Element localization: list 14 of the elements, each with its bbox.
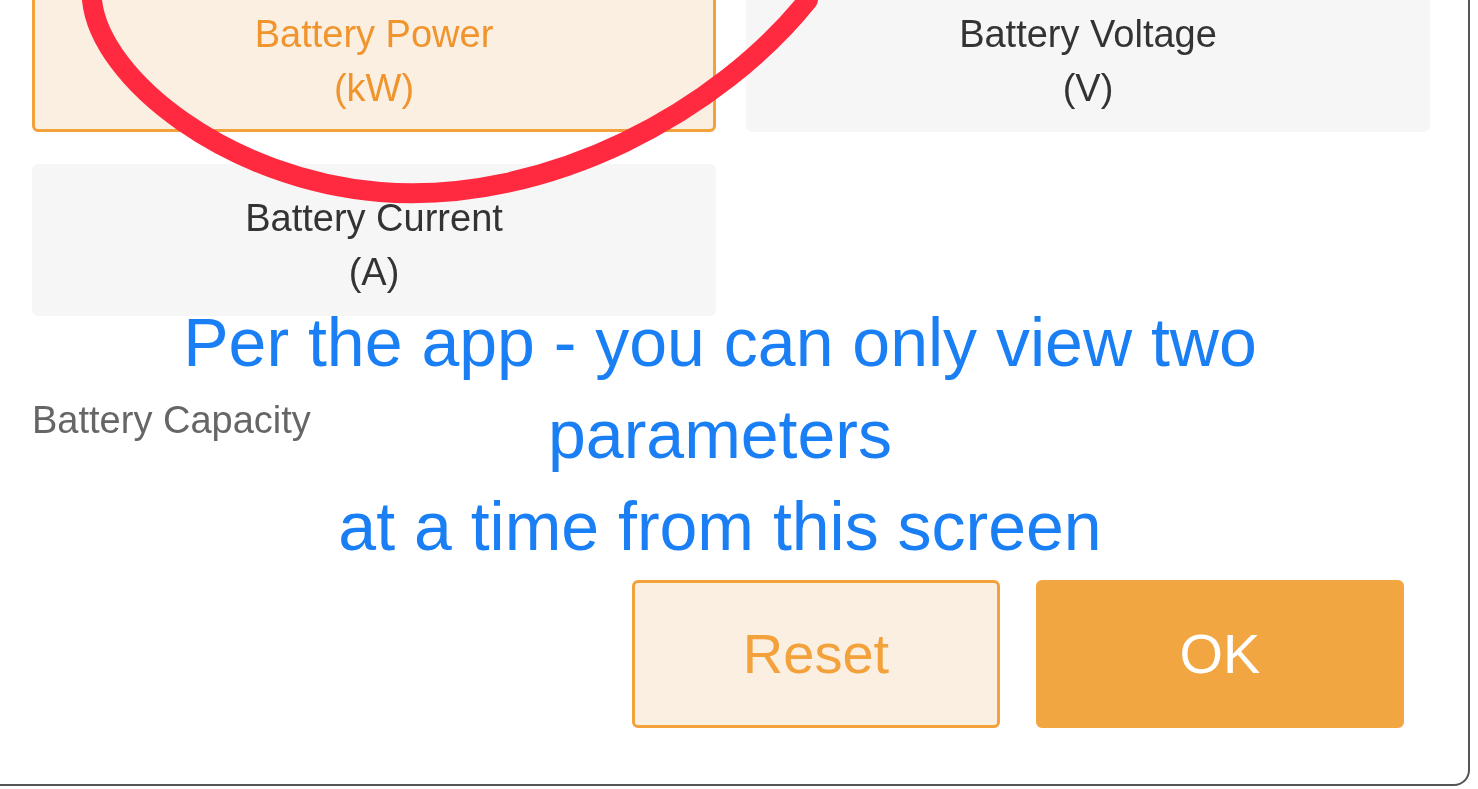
- parameter-name: Battery Current: [245, 196, 503, 241]
- parameter-tile[interactable]: Battery Voltage (V): [746, 0, 1430, 132]
- annotation-text: parameters: [548, 395, 892, 474]
- parameter-name: Battery Voltage: [959, 12, 1217, 57]
- parameter-tile[interactable]: Battery Power (kW): [32, 0, 716, 132]
- parameter-unit: (V): [1062, 66, 1114, 111]
- section-label: Battery Capacity: [32, 398, 311, 443]
- annotation-text: at a time from this screen: [338, 487, 1102, 566]
- ok-button[interactable]: OK: [1036, 580, 1404, 728]
- parameter-tile[interactable]: Battery Current (A): [32, 164, 716, 316]
- parameter-name: Battery Power: [254, 12, 494, 57]
- parameter-unit: (A): [348, 250, 400, 295]
- reset-button[interactable]: Reset: [632, 580, 1000, 728]
- parameter-unit: (kW): [333, 66, 415, 111]
